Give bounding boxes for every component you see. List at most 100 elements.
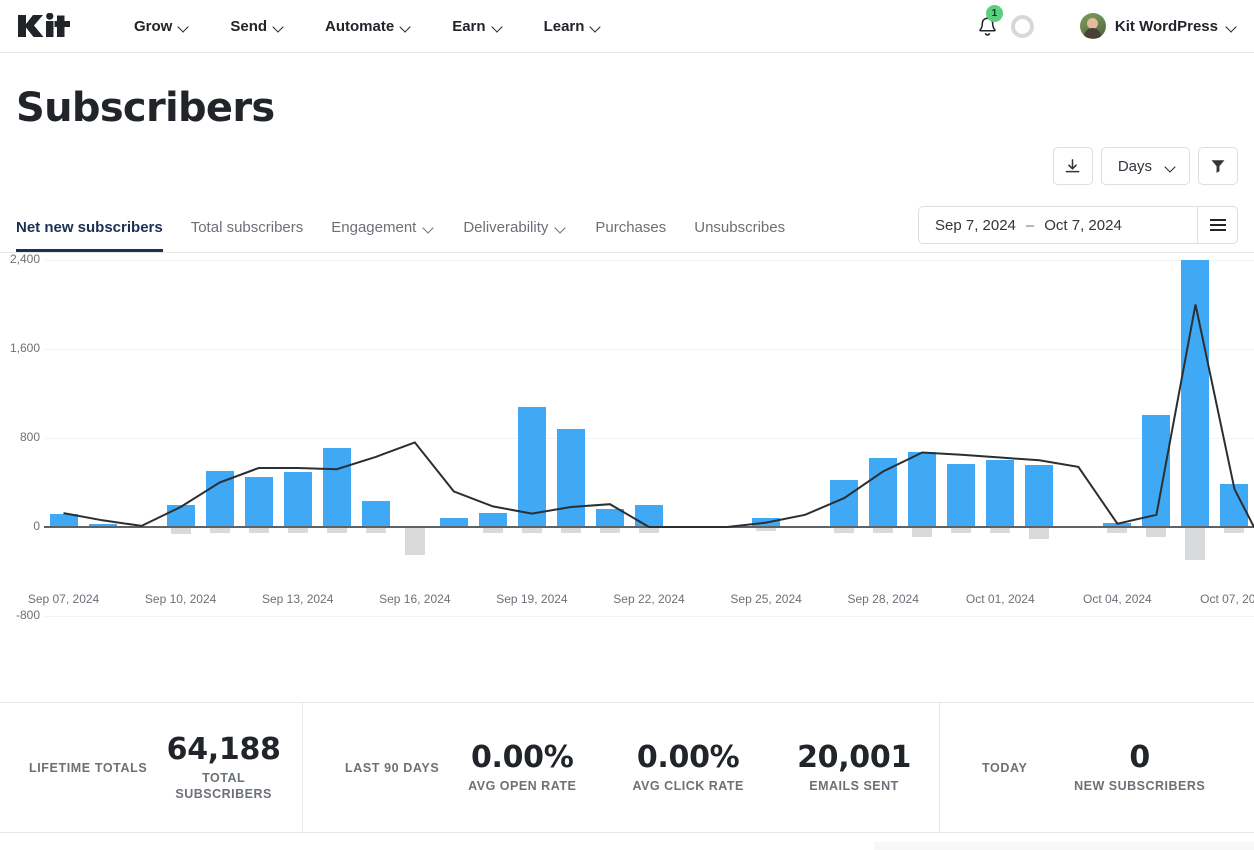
stat-label: TOTAL SUBSCRIBERS	[175, 771, 272, 802]
chart-bars	[44, 253, 1254, 702]
stat-value: 0.00%	[470, 739, 574, 775]
tab-total-subscribers[interactable]: Total subscribers	[177, 219, 318, 252]
tab-engagement-label: Engagement	[331, 219, 417, 236]
download-button[interactable]	[1052, 147, 1093, 185]
stat-group-label: TODAY	[982, 760, 1028, 775]
chart-bar[interactable]	[830, 480, 858, 527]
chart-bar-negative[interactable]	[1185, 527, 1205, 561]
date-range-separator: –	[1025, 216, 1035, 234]
nav-item-send[interactable]: Send	[230, 18, 285, 35]
date-range-input[interactable]: Sep 7, 2024 – Oct 7, 2024	[919, 207, 1197, 243]
chart-plot-area: 2,400 1,600 800 0 -800 Sep 07, 2024 Sep 10, 20…	[0, 252, 1254, 702]
chart-bar[interactable]	[596, 509, 624, 527]
summary-stats-bar: LIFETIME TOTALS 64,188 TOTAL SUBSCRIBERS …	[0, 703, 1254, 833]
date-range-end: Oct 7, 2024	[1044, 216, 1122, 234]
chart-x-axis-label: Sep 25, 2024	[730, 592, 802, 606]
page-title: Subscribers	[16, 85, 275, 131]
chart-y-axis-label: 0	[33, 519, 40, 533]
chart-bar[interactable]	[284, 472, 312, 527]
kit-logo[interactable]	[16, 13, 72, 39]
filter-button[interactable]	[1198, 147, 1238, 185]
nav-item-earn-label: Earn	[452, 17, 486, 35]
chart-bar[interactable]	[986, 460, 1014, 527]
date-range-picker: Sep 7, 2024 – Oct 7, 2024	[918, 206, 1238, 244]
chart-bar[interactable]	[362, 501, 390, 527]
chart-bar[interactable]	[1220, 483, 1248, 527]
tab-engagement[interactable]: Engagement	[317, 219, 449, 252]
stat-items: 64,188 TOTAL SUBSCRIBERS	[147, 731, 300, 803]
stat-value: 64,188	[166, 731, 281, 767]
chart-x-axis-label: Sep 16, 2024	[379, 592, 451, 606]
tab-total-subscribers-label: Total subscribers	[190, 219, 304, 236]
chart-bar[interactable]	[479, 513, 507, 527]
nav-item-automate-label: Automate	[325, 17, 395, 35]
chart-x-axis-label: Sep 13, 2024	[262, 592, 334, 606]
chart-bar[interactable]	[167, 504, 195, 527]
analytics-tabs-row: Net new subscribers Total subscribers En…	[0, 199, 1254, 253]
stat-emails-sent: 20,001 EMAILS SENT	[771, 740, 937, 795]
chevron-down-icon	[591, 22, 602, 33]
chevron-down-icon	[1166, 162, 1177, 173]
net-new-subscribers-chart[interactable]: 2,400 1,600 800 0 -800 Sep 07, 2024 Sep 10, 20…	[0, 252, 1254, 703]
chart-bar[interactable]	[323, 448, 351, 527]
tab-purchases[interactable]: Purchases	[581, 219, 680, 252]
stat-label: AVG OPEN RATE	[468, 779, 577, 794]
chart-bar-negative[interactable]	[1029, 527, 1049, 540]
account-name: Kit WordPress	[1114, 17, 1218, 35]
chart-bar[interactable]	[557, 429, 585, 527]
account-menu[interactable]: Kit WordPress	[1079, 13, 1238, 39]
date-range-menu-button[interactable]	[1197, 207, 1237, 243]
chart-bar[interactable]	[947, 463, 975, 527]
tab-net-new-subscribers[interactable]: Net new subscribers	[16, 219, 177, 252]
tab-unsubscribes[interactable]: Unsubscribes	[680, 219, 799, 252]
tab-unsubscribes-label: Unsubscribes	[694, 219, 786, 236]
nav-item-automate[interactable]: Automate	[325, 18, 412, 35]
stat-total-subscribers: 64,188 TOTAL SUBSCRIBERS	[147, 731, 300, 803]
nav-item-send-label: Send	[230, 17, 268, 35]
progress-ring-icon[interactable]	[1010, 14, 1034, 38]
chart-bar[interactable]	[869, 458, 897, 527]
granularity-dropdown[interactable]: Days	[1100, 147, 1190, 185]
nav-item-grow[interactable]: Grow	[134, 18, 190, 35]
notification-count-badge: 1	[985, 5, 1003, 22]
chart-y-axis-label: 2,400	[9, 252, 40, 266]
tab-purchases-label: Purchases	[595, 219, 667, 236]
chart-bar-negative[interactable]	[405, 527, 425, 555]
page-bottom-strip	[874, 842, 1254, 850]
nav-item-earn[interactable]: Earn	[452, 18, 503, 35]
chart-bar-negative[interactable]	[171, 527, 191, 534]
chart-bar[interactable]	[635, 504, 663, 527]
stat-value: 0	[1129, 739, 1150, 775]
chart-bar[interactable]	[245, 476, 273, 527]
stat-group-label: LAST 90 DAYS	[345, 760, 440, 775]
chart-bar-negative[interactable]	[912, 527, 932, 537]
chart-bar-negative[interactable]	[1146, 527, 1166, 537]
chart-x-axis-label: Sep 07, 2024	[27, 592, 100, 606]
chart-y-axis-label: 800	[19, 430, 40, 444]
chart-y-axis-label: -800	[15, 608, 40, 622]
chart-bar[interactable]	[518, 406, 546, 527]
main-menu: Grow Send Automate Earn Learn	[134, 18, 602, 35]
chart-x-axis-label: Sep 10, 2024	[144, 592, 217, 606]
filter-funnel-icon	[1211, 160, 1225, 173]
stat-label: AVG CLICK RATE	[632, 779, 744, 794]
stat-avg-open-rate: 0.00% AVG OPEN RATE	[439, 739, 605, 795]
tab-net-new-subscribers-label: Net new subscribers	[16, 219, 163, 236]
nav-item-learn[interactable]: Learn	[544, 18, 603, 35]
chart-x-axis-label: Sep 28, 2024	[847, 592, 919, 606]
nav-item-learn-label: Learn	[543, 17, 585, 35]
chevron-down-icon	[493, 22, 504, 33]
chart-bar[interactable]	[1181, 260, 1209, 527]
chart-x-axis-label: Sep 19, 2024	[496, 592, 568, 606]
chart-bar[interactable]	[908, 452, 936, 527]
chart-bar[interactable]	[1142, 414, 1170, 527]
chart-zero-axis-line	[44, 526, 1254, 528]
analytics-tabs: Net new subscribers Total subscribers En…	[16, 199, 799, 252]
date-range-start: Sep 7, 2024	[935, 216, 1016, 234]
stat-value: 0.00%	[636, 739, 740, 775]
notifications-button[interactable]: 1	[973, 5, 1003, 41]
chart-bar[interactable]	[206, 471, 234, 527]
tab-deliverability[interactable]: Deliverability	[449, 219, 581, 252]
chart-bar[interactable]	[1025, 464, 1053, 527]
top-navigation-bar: Grow Send Automate Earn Learn 1 Kit Word…	[0, 0, 1254, 53]
